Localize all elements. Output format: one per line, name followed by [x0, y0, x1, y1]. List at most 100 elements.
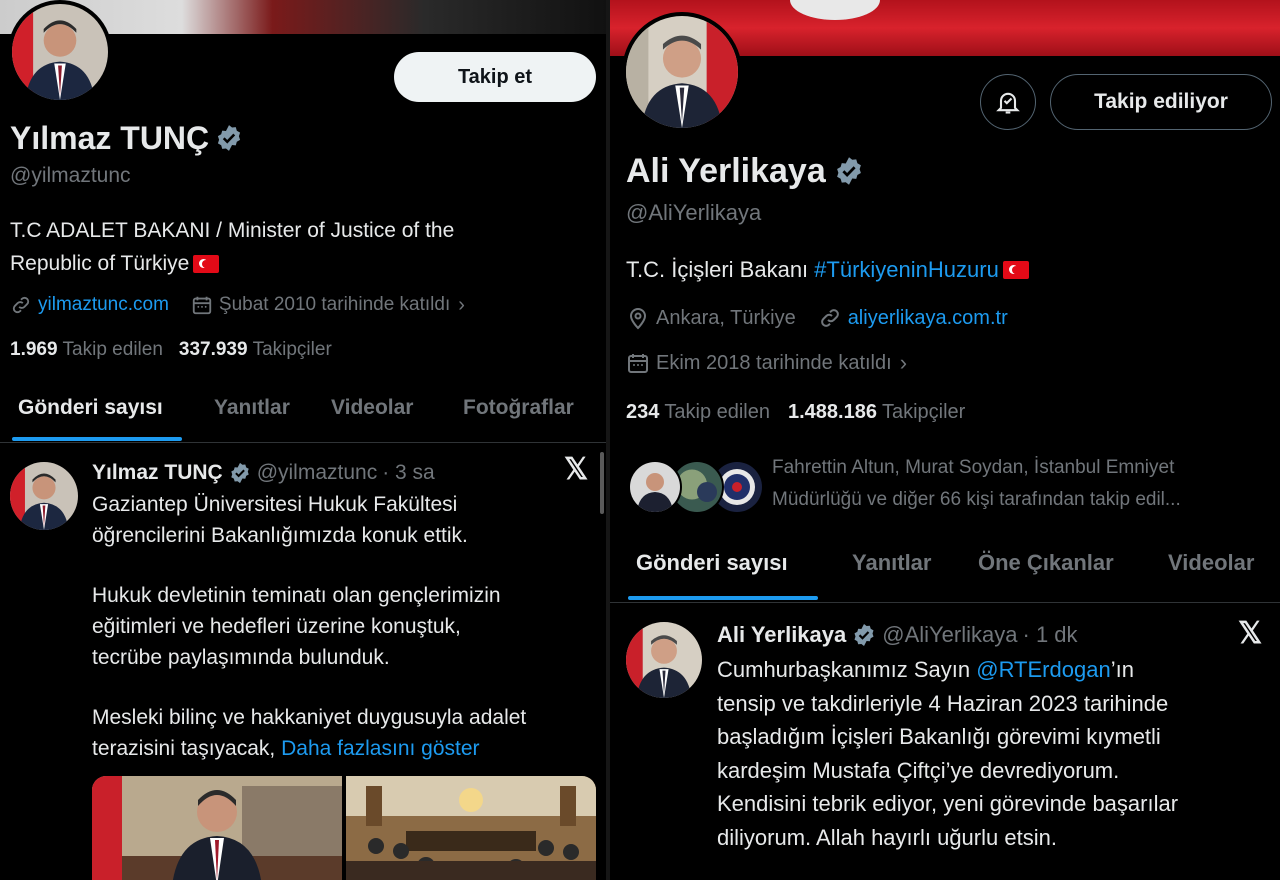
turkey-flag-icon [1002, 261, 1029, 279]
following-label[interactable]: Takip edilen [63, 339, 163, 361]
profile-handle: @yilmaztunc [10, 164, 131, 187]
followers-label[interactable]: Takipçiler [253, 339, 332, 361]
tweet-line: diliyorum. Allah hayırlı uğurlu etsin. [717, 824, 1057, 850]
profile-bio: T.C. İçişleri Bakanı #TürkiyeninHuzuru [626, 254, 1029, 286]
profile-location: Ankara, Türkiye [656, 306, 796, 329]
calendar-icon [628, 354, 648, 373]
profile-name: Yılmaz TUNÇ [10, 119, 210, 156]
follow-button[interactable]: Takip et [394, 52, 596, 102]
profile-bio: T.C ADALET BAKANI / Minister of Justice … [10, 214, 454, 280]
profile-website-link[interactable]: yilmaztunc.com [38, 294, 169, 316]
tweet-line: Mesleki bilinç ve hakkaniyet duygusuyla … [92, 706, 527, 729]
tweet-author-name[interactable]: Yılmaz TUNÇ [92, 461, 223, 485]
mention-link[interactable]: @RTErdogan [976, 657, 1110, 682]
verified-badge-icon [218, 125, 241, 151]
followed-by-line: Fahrettin Altun, Murat Soydan, İstanbul … [772, 457, 1175, 478]
profile-handle: @AliYerlikaya [626, 200, 762, 225]
tabs-divider [610, 602, 1280, 603]
tab-videos[interactable]: Videolar [331, 396, 413, 420]
tweet-line: kardeşim Mustafa Çiftçi’ye devrediyorum. [717, 757, 1120, 783]
tweet-header: Ali Yerlikaya @AliYerlikaya · 1 dk [717, 620, 1078, 650]
bio-hashtag-link[interactable]: #TürkiyeninHuzuru [814, 257, 999, 283]
tweet-timestamp[interactable]: · 3 sa [382, 461, 435, 485]
tweet-line: Kendisini tebrik ediyor, yeni görevinde … [717, 791, 1179, 816]
chevron-right-icon[interactable]: › [900, 350, 907, 376]
tweet-line: Cumhurbaşkanımız Sayın [717, 657, 971, 682]
tab-posts[interactable]: Gönderi sayısı [636, 550, 788, 576]
right-profile-panel: Takip ediliyor Ali Yerlikaya @AliYerlika… [610, 0, 1280, 880]
following-label[interactable]: Takip edilen [664, 401, 770, 424]
profile-follow-stats: 1.969 Takip edilen 337.939 Takipçiler [10, 336, 332, 364]
profile-name: Ali Yerlikaya [626, 151, 826, 190]
tab-replies[interactable]: Yanıtlar [852, 550, 931, 576]
tab-posts[interactable]: Gönderi sayısı [18, 396, 163, 420]
bio-line: T.C ADALET BAKANI / Minister of Justice … [10, 219, 455, 242]
tweet-author-handle[interactable]: @yilmaztunc [257, 461, 378, 485]
bio-line: Republic of Türkiye [10, 252, 190, 275]
verified-badge-icon [230, 462, 249, 484]
tweet-timestamp[interactable]: · 1 dk [1023, 622, 1078, 648]
tweet-line: Gaziantep Üniversitesi Hukuk Fakültesi [92, 493, 458, 516]
profile-meta-row: yilmaztunc.com Şubat 2010 tarihinde katı… [10, 290, 465, 320]
tweet-header: Yılmaz TUNÇ @yilmaztunc · 3 sa [92, 458, 435, 488]
tweet-line: eğitimleri ve hedefleri üzerine konuştuk… [92, 615, 461, 638]
followers-count[interactable]: 337.939 [179, 339, 248, 361]
following-count[interactable]: 1.969 [10, 339, 58, 361]
turkey-flag-icon [193, 255, 220, 274]
bell-icon [996, 92, 1020, 114]
profile-meta-row: Ankara, Türkiye aliyerlikaya.com.tr [626, 303, 1008, 333]
verified-badge-icon [836, 157, 861, 185]
tab-photos[interactable]: Fotoğraflar [463, 396, 574, 420]
profile-joined-date: Ekim 2018 tarihinde katıldı [656, 351, 892, 374]
profile-name-row: Yılmaz TUNÇ [10, 118, 243, 158]
profile-follow-stats: 234 Takip edilen 1.488.186 Takipçiler [626, 397, 965, 427]
tweet-media-photo-2[interactable] [346, 776, 596, 880]
tab-videos[interactable]: Videolar [1168, 550, 1254, 576]
profile-avatar[interactable] [622, 12, 742, 132]
tweet-avatar[interactable] [10, 462, 78, 530]
x-logo-icon: 𝕏 [564, 453, 589, 486]
tweet-media-photo-1[interactable] [92, 776, 342, 880]
follower-avatar[interactable] [628, 460, 682, 514]
tweet-body: Cumhurbaşkanımız Sayın @RTErdogan’ın ten… [717, 653, 1277, 854]
bio-text: T.C. İçişleri Bakanı [626, 257, 809, 282]
chevron-right-icon[interactable]: › [458, 294, 465, 317]
profile-website-link[interactable]: aliyerlikaya.com.tr [848, 307, 1008, 330]
calendar-icon [192, 296, 212, 315]
link-icon [820, 309, 839, 327]
profile-avatar[interactable] [8, 0, 112, 104]
followed-by-text[interactable]: Fahrettin Altun, Murat Soydan, İstanbul … [772, 452, 1181, 516]
tweet-author-name[interactable]: Ali Yerlikaya [717, 622, 846, 648]
tab-replies[interactable]: Yanıtlar [214, 396, 290, 420]
profile-joined-date: Şubat 2010 tarihinde katıldı [218, 294, 451, 315]
tweet-line: terazisini taşıyacak, [92, 737, 276, 760]
profile-name-row: Ali Yerlikaya [626, 150, 864, 192]
active-tab-indicator [12, 437, 182, 441]
followers-label[interactable]: Takipçiler [882, 401, 965, 424]
banner-flag-crescent [790, 0, 880, 20]
tweet-body: Gaziantep Üniversitesi Hukuk Fakültesi ö… [92, 489, 602, 764]
following-count[interactable]: 234 [626, 401, 659, 424]
tab-highlights[interactable]: Öne Çıkanlar [978, 550, 1114, 576]
left-profile-panel: Takip et Yılmaz TUNÇ @yilmaztunc T.C ADA… [0, 0, 606, 880]
tweet-line: Hukuk devletinin teminatı olan gençlerim… [92, 584, 501, 607]
link-icon [12, 296, 30, 314]
tweet-avatar[interactable] [626, 622, 702, 698]
tabs-divider [0, 442, 606, 443]
show-more-link[interactable]: Daha fazlasını göster [281, 737, 479, 760]
tweet-line-suffix: ’ın [1110, 657, 1134, 682]
notification-bell-button[interactable] [980, 74, 1036, 130]
followed-by-line: Müdürlüğü ve diğer 66 kişi tarafından ta… [772, 489, 1181, 510]
profile-joined-row: Ekim 2018 tarihinde katıldı › [626, 348, 907, 378]
tweet-line: öğrencilerini Bakanlığımızda konuk ettik… [92, 524, 468, 547]
tweet-author-handle[interactable]: @AliYerlikaya [882, 622, 1017, 648]
tweet-line: tecrübe paylaşımında bulunduk. [92, 646, 390, 669]
active-tab-indicator [628, 596, 818, 600]
followers-count[interactable]: 1.488.186 [788, 401, 877, 424]
tweet-line: tensip ve takdirleriyle 4 Haziran 2023 t… [717, 690, 1169, 716]
verified-badge-icon [854, 624, 874, 646]
x-logo-icon: 𝕏 [1238, 617, 1263, 650]
following-button[interactable]: Takip ediliyor [1050, 74, 1272, 130]
tweet-line: başladığım İçişleri Bakanlığı görevimi k… [717, 724, 1161, 749]
location-pin-icon [629, 308, 647, 330]
